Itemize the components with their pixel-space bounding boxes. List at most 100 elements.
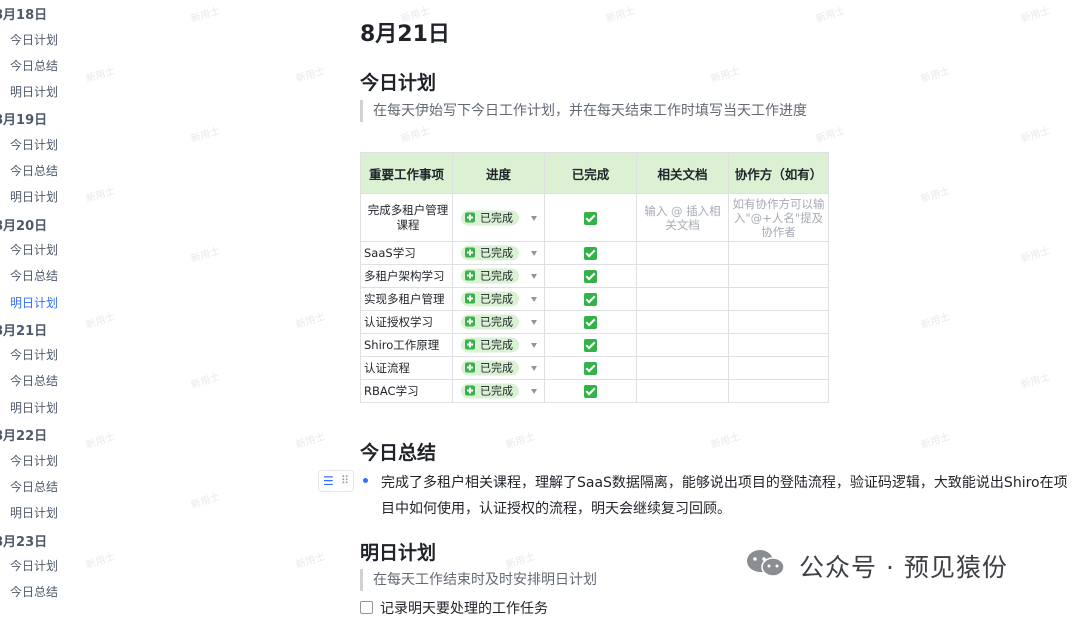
outline-item[interactable]: 今日总结 (10, 372, 58, 389)
outline-item[interactable]: 明日计划 (10, 83, 58, 100)
todo-checkbox[interactable] (360, 601, 373, 614)
dropdown-caret-icon[interactable] (531, 366, 537, 371)
doc-cell[interactable] (636, 310, 729, 334)
outline-date-heading[interactable]: 8月19日 (0, 109, 47, 128)
done-cell[interactable] (544, 379, 637, 403)
collab-cell[interactable] (728, 287, 829, 311)
table-header[interactable]: 协作方（如有） (728, 152, 829, 194)
outline-item[interactable]: 明日计划 (10, 399, 58, 416)
outline-item[interactable]: 今日总结 (10, 162, 58, 179)
outline-date-heading[interactable]: 8月18日 (0, 4, 47, 23)
outline-item[interactable]: 今日总结 (10, 57, 58, 74)
dropdown-caret-icon[interactable] (531, 215, 537, 221)
outline-item[interactable]: 今日计划 (10, 241, 58, 258)
plan-hint-quote[interactable]: 在每天伊始写下今日工作计划，并在每天结束工作时填写当天工作进度 (360, 100, 807, 122)
dropdown-caret-icon[interactable] (531, 274, 537, 279)
outline-item[interactable]: 今日计划 (10, 136, 58, 153)
status-tag[interactable]: 已完成 (461, 314, 519, 330)
checkbox-checked-icon[interactable] (584, 247, 597, 260)
done-cell[interactable] (544, 333, 637, 357)
checkbox-checked-icon[interactable] (584, 211, 597, 225)
outline-item[interactable]: 明日计划 (10, 188, 58, 205)
table-header[interactable]: 进度 (452, 152, 545, 194)
collab-cell[interactable] (728, 241, 829, 265)
dropdown-caret-icon[interactable] (531, 389, 537, 394)
task-cell[interactable]: 多租户架构学习 (360, 264, 453, 288)
outline-date-heading[interactable]: 8月20日 (0, 215, 47, 234)
done-cell[interactable] (544, 356, 637, 380)
status-cell[interactable]: 已完成 (452, 193, 545, 242)
block-toolbar[interactable]: ☰ ⠿ (318, 470, 354, 492)
status-cell[interactable]: 已完成 (452, 241, 545, 265)
outline-item[interactable]: 今日计划 (10, 452, 58, 469)
doc-cell[interactable]: 输入 @ 插入相关文档 (636, 193, 729, 242)
doc-cell[interactable] (636, 287, 729, 311)
checkbox-checked-icon[interactable] (584, 293, 597, 306)
outline-date-heading[interactable]: 8月22日 (0, 425, 47, 444)
done-cell[interactable] (544, 193, 637, 242)
outline-item[interactable]: 今日总结 (10, 478, 58, 495)
outline-item[interactable]: 今日计划 (10, 31, 58, 48)
status-cell[interactable]: 已完成 (452, 356, 545, 380)
collab-cell[interactable] (728, 310, 829, 334)
status-cell[interactable]: 已完成 (452, 310, 545, 334)
outline-item[interactable]: 今日计划 (10, 346, 58, 363)
status-tag[interactable]: 已完成 (461, 360, 519, 376)
collab-cell[interactable] (728, 379, 829, 403)
task-cell[interactable]: 认证授权学习 (360, 310, 453, 334)
dropdown-caret-icon[interactable] (531, 251, 537, 256)
bullet-list-icon[interactable]: ☰ (323, 475, 334, 487)
drag-handle-icon[interactable]: ⠿ (341, 475, 349, 487)
status-cell[interactable]: 已完成 (452, 287, 545, 311)
checkbox-checked-icon[interactable] (584, 362, 597, 375)
task-cell[interactable]: 实现多租户管理 (360, 287, 453, 311)
task-cell[interactable]: SaaS学习 (360, 241, 453, 265)
checkbox-checked-icon[interactable] (584, 385, 597, 398)
outline-item[interactable]: 今日总结 (10, 267, 58, 284)
plan-heading[interactable]: 今日计划 (360, 68, 436, 95)
dropdown-caret-icon[interactable] (531, 297, 537, 302)
task-cell[interactable]: 完成多租户管理课程 (360, 193, 453, 242)
doc-cell[interactable] (636, 241, 729, 265)
status-tag[interactable]: 已完成 (461, 245, 519, 261)
table-header[interactable]: 已完成 (544, 152, 637, 194)
status-tag[interactable]: 已完成 (461, 383, 519, 399)
done-cell[interactable] (544, 264, 637, 288)
doc-cell[interactable] (636, 356, 729, 380)
task-cell[interactable]: 认证流程 (360, 356, 453, 380)
summary-text[interactable]: 完成了多租户相关课程，理解了SaaS数据隔离，能够说出项目的登陆流程，验证码逻辑… (381, 470, 1080, 522)
outline-item[interactable]: 今日计划 (10, 557, 58, 574)
status-cell[interactable]: 已完成 (452, 333, 545, 357)
page-title[interactable]: 8月21日 (360, 16, 450, 48)
status-tag[interactable]: 已完成 (461, 337, 519, 353)
outline-date-heading[interactable]: 8月23日 (0, 531, 47, 550)
doc-cell[interactable] (636, 333, 729, 357)
status-cell[interactable]: 已完成 (452, 264, 545, 288)
next-plan-heading[interactable]: 明日计划 (360, 538, 436, 565)
status-tag[interactable]: 已完成 (461, 291, 519, 307)
status-cell[interactable]: 已完成 (452, 379, 545, 403)
checkbox-checked-icon[interactable] (584, 270, 597, 283)
collab-cell[interactable] (728, 264, 829, 288)
next-plan-hint-quote[interactable]: 在每天工作结束时及时安排明日计划 (360, 569, 597, 591)
status-tag[interactable]: 已完成 (461, 268, 519, 284)
collab-cell[interactable] (728, 333, 829, 357)
task-cell[interactable]: Shiro工作原理 (360, 333, 453, 357)
summary-heading[interactable]: 今日总结 (360, 438, 436, 465)
collab-cell[interactable] (728, 356, 829, 380)
task-cell[interactable]: RBAC学习 (360, 379, 453, 403)
done-cell[interactable] (544, 287, 637, 311)
checkbox-checked-icon[interactable] (584, 339, 597, 352)
table-header[interactable]: 重要工作事项 (360, 152, 453, 194)
done-cell[interactable] (544, 310, 637, 334)
outline-item-active[interactable]: 明日计划 (10, 294, 58, 311)
dropdown-caret-icon[interactable] (531, 343, 537, 348)
outline-item[interactable]: 明日计划 (10, 504, 58, 521)
checkbox-checked-icon[interactable] (584, 316, 597, 329)
todo-text[interactable]: 记录明天要处理的工作任务 (380, 598, 548, 618)
doc-cell[interactable] (636, 379, 729, 403)
doc-cell[interactable] (636, 264, 729, 288)
collab-cell[interactable]: 如有协作方可以输入"@+人名"提及协作者 (728, 193, 829, 242)
dropdown-caret-icon[interactable] (531, 320, 537, 325)
outline-item[interactable]: 今日总结 (10, 583, 58, 600)
